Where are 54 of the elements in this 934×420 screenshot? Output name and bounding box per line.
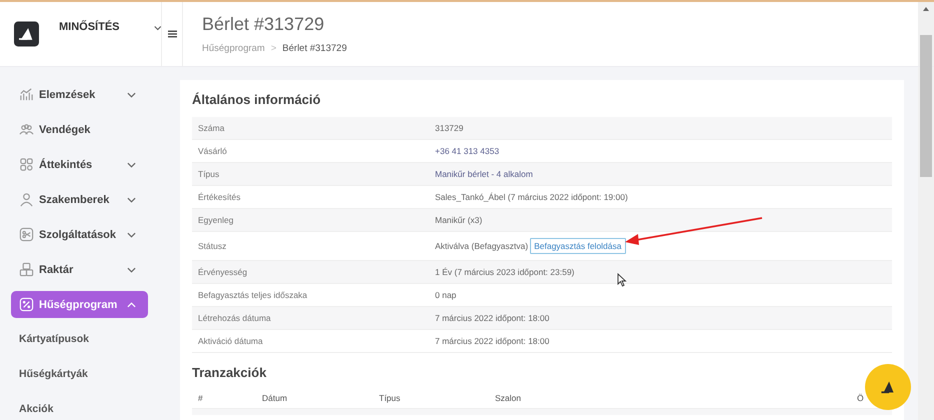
sidebar-item[interactable]: Elemzések xyxy=(11,81,148,108)
field-value: Aktiválva (Befagyasztva) xyxy=(435,241,528,251)
field-label: Vásárló xyxy=(197,146,228,156)
column-header: Szalon xyxy=(495,393,522,403)
people-icon xyxy=(19,122,34,137)
field-label: Száma xyxy=(197,123,226,133)
section-title: Általános információ xyxy=(192,92,322,107)
field-label: Státusz xyxy=(197,241,228,251)
chevron-down-icon[interactable] xyxy=(154,25,161,31)
scrollbar-thumb[interactable] xyxy=(920,35,932,177)
chart-icon xyxy=(19,87,34,102)
field-label: Befagyasztás teljes időszaka xyxy=(197,290,308,300)
field-value: 7 március 2022 időpont: 18:00 xyxy=(435,336,550,346)
field-link[interactable]: +36 41 313 4353 xyxy=(435,146,500,156)
field-value: 7 március 2022 időpont: 18:00 xyxy=(435,313,550,323)
column-header: Ö xyxy=(857,393,864,403)
person-icon xyxy=(19,192,34,207)
unfreeze-button[interactable]: Befagyasztás feloldása xyxy=(530,238,626,254)
field-value: Sales_Tankó_Ábel (7 március 2022 időpont: 19:00) xyxy=(435,192,628,202)
column-header: # xyxy=(197,393,204,403)
sidebar-item[interactable]: Hűségprogram xyxy=(11,291,148,318)
field-label: Aktiváció dátuma xyxy=(197,336,264,346)
field-label: Érvényesség xyxy=(197,267,248,277)
sidebar-item[interactable]: Raktár xyxy=(11,256,148,283)
field-link[interactable]: Manikűr bérlet - 4 alkalom xyxy=(435,169,533,179)
section-title: Tranzakciók xyxy=(192,365,268,380)
logo-icon xyxy=(14,19,39,49)
field-label: Típus xyxy=(197,169,220,179)
percent-icon xyxy=(19,297,34,312)
field-value: 0 nap xyxy=(435,290,456,300)
sidebar-item[interactable]: Szakemberek xyxy=(11,186,148,213)
grid-icon xyxy=(19,157,34,172)
sidebar-subitem[interactable]: Kártyatípusok xyxy=(19,326,162,353)
field-label: Értékesítés xyxy=(197,192,242,202)
column-header: Dátum xyxy=(262,393,288,403)
boxes-icon xyxy=(19,262,34,277)
sidebar-item[interactable]: Szolgáltatások xyxy=(11,221,148,248)
column-header: Típus xyxy=(379,393,402,403)
page-title: Bérlet #313729 xyxy=(202,14,326,35)
breadcrumb-separator: > xyxy=(270,43,276,54)
menu-icon[interactable] xyxy=(168,30,176,38)
sidebar-item[interactable]: Vendégek xyxy=(11,116,148,143)
breadcrumb-current: Bérlet #313729 xyxy=(282,43,347,54)
scissors-icon xyxy=(19,227,34,242)
sidebar-subitem[interactable]: Hűségkártyák xyxy=(19,361,162,388)
sidebar-item[interactable]: Áttekintés xyxy=(11,151,148,178)
scroll-up-icon[interactable] xyxy=(923,7,929,11)
brand-name: MINŐSÍTÉS xyxy=(58,21,120,33)
field-value: Manikűr (x3) xyxy=(435,215,482,225)
sidebar-subitem[interactable]: Akciók xyxy=(19,396,162,420)
field-value: 313729 xyxy=(435,123,464,133)
field-value: 1 Év (7 március 2023 időpont: 23:59) xyxy=(435,267,574,277)
field-label: Egyenleg xyxy=(197,215,234,225)
field-label: Létrehozás dátuma xyxy=(197,313,272,323)
